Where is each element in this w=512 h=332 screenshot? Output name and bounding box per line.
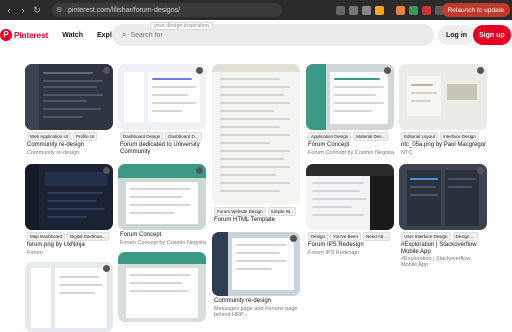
pin-image[interactable] bbox=[399, 164, 487, 230]
login-button[interactable]: Log in bbox=[438, 25, 475, 45]
pin-tag[interactable]: Material Des... bbox=[353, 132, 389, 141]
pin-image[interactable] bbox=[212, 64, 300, 204]
pin-tag[interactable]: Need Ab... bbox=[362, 232, 390, 241]
pin-menu-icon[interactable] bbox=[477, 167, 484, 174]
reload-icon[interactable]: ↻ bbox=[32, 5, 42, 15]
pin-image[interactable] bbox=[212, 232, 300, 296]
pin-tag[interactable]: You've Been bbox=[330, 232, 361, 241]
pin-menu-icon[interactable] bbox=[477, 67, 484, 74]
pinterest-logo-icon[interactable]: P bbox=[0, 29, 12, 41]
pin-menu-icon[interactable] bbox=[384, 67, 391, 74]
pin-tag[interactable]: Map Dashboard bbox=[27, 232, 66, 241]
pin-subtitle: Community re-design bbox=[27, 150, 80, 156]
pin-subtitle: Forum bbox=[27, 250, 43, 256]
pin-image[interactable] bbox=[25, 262, 113, 332]
pin-subtitle: Forum Concept by Cosmin Negoita bbox=[308, 150, 394, 156]
pin-title[interactable]: Forum Concept bbox=[120, 232, 206, 239]
pin-menu-icon[interactable] bbox=[290, 235, 297, 242]
pin-card[interactable]: Design You've Been Need Ab... Forum IPS … bbox=[306, 164, 394, 258]
pin-image[interactable] bbox=[25, 164, 113, 230]
pin-title[interactable]: Forum IPS Redesign bbox=[308, 242, 394, 249]
brand-name[interactable]: Pinterest bbox=[14, 31, 48, 40]
site-info-icon[interactable]: ⚙ bbox=[56, 6, 64, 14]
pin-card[interactable]: Application Design Material Des... Forum… bbox=[306, 64, 394, 160]
pin-card[interactable]: Web Application UI Profile UI Community … bbox=[25, 64, 113, 158]
pin-title[interactable]: Forum dedicated to University Community bbox=[120, 142, 206, 156]
pin-image[interactable] bbox=[118, 64, 206, 130]
translate-icon[interactable] bbox=[349, 5, 358, 15]
pin-tag[interactable]: User Interface Design bbox=[401, 232, 451, 241]
extension-icon[interactable] bbox=[409, 5, 418, 15]
pin-image[interactable] bbox=[118, 252, 206, 322]
pin-title[interactable]: Community re-design bbox=[27, 142, 113, 149]
pin-subtitle: Messages page and Forums page behind HRP… bbox=[214, 306, 298, 318]
pin-image[interactable] bbox=[25, 64, 113, 130]
pin-title[interactable]: ntc_05a.png by Paul Macgregor bbox=[401, 142, 487, 149]
browser-toolbar: ‹ › ↻ ⚙ pinterest.com/lilishar/forum-des… bbox=[0, 0, 512, 20]
extension-icon[interactable] bbox=[422, 5, 431, 15]
pin-card[interactable]: Forum Concept Forum Concept by Cosmin Ne… bbox=[118, 164, 206, 246]
search-input[interactable] bbox=[130, 31, 411, 39]
pin-tag[interactable]: Editorial Layout bbox=[401, 132, 439, 141]
pin-image[interactable] bbox=[306, 164, 394, 230]
pin-card[interactable]: Community re-design Messages page and Fo… bbox=[212, 232, 300, 320]
pin-menu-icon[interactable] bbox=[103, 167, 110, 174]
pin-card[interactable]: Editorial Layout Interface Design ntc_05… bbox=[399, 64, 487, 160]
pin-menu-icon[interactable] bbox=[103, 265, 110, 272]
pin-tag[interactable]: Interface Design bbox=[440, 132, 479, 141]
pin-tag[interactable]: Design bbox=[308, 232, 329, 241]
pin-card[interactable] bbox=[25, 262, 113, 332]
pin-subtitle: NTC bbox=[401, 150, 413, 156]
search-tooltip: your design inspiration bbox=[150, 22, 214, 30]
bookmark-star-icon[interactable] bbox=[375, 5, 384, 15]
pin-card[interactable]: User Interface Design Design ... #Explor… bbox=[399, 164, 487, 274]
share-icon[interactable] bbox=[362, 5, 371, 15]
pin-title[interactable]: Community re-design bbox=[214, 298, 300, 305]
pin-title[interactable]: forum.png by UxNinja bbox=[27, 242, 113, 249]
pin-image[interactable] bbox=[306, 64, 394, 130]
pin-tag[interactable]: Digital Dashboa... bbox=[67, 232, 109, 241]
url-text: pinterest.com/lilishar/forum-designs/ bbox=[68, 6, 181, 14]
signup-button[interactable]: Sign up bbox=[473, 25, 511, 45]
pin-image[interactable] bbox=[399, 64, 487, 130]
pin-subtitle: Forum Concept by Cosmin Negoita bbox=[120, 240, 206, 246]
pin-title[interactable]: Forum Concept bbox=[308, 142, 394, 149]
pin-tag[interactable]: Application Design bbox=[308, 132, 352, 141]
pin-tag[interactable]: Profile UI bbox=[72, 132, 98, 141]
address-bar[interactable]: ⚙ pinterest.com/lilishar/forum-designs/ bbox=[52, 3, 282, 17]
pin-tag[interactable]: Design ... bbox=[452, 232, 478, 241]
pin-tag[interactable]: Web Application UI bbox=[27, 132, 71, 141]
pin-card[interactable] bbox=[118, 252, 206, 322]
pin-card[interactable]: Dashboard Design Dashboard D... Forum de… bbox=[118, 64, 206, 160]
pin-subtitle: #Exploration | Stackoverflow Mobile App bbox=[401, 256, 471, 268]
pin-menu-icon[interactable] bbox=[196, 167, 203, 174]
pin-tag[interactable]: Dashboard D... bbox=[165, 132, 202, 141]
forward-icon[interactable]: › bbox=[18, 5, 28, 15]
relaunch-button[interactable]: Relaunch to update bbox=[441, 3, 510, 17]
back-icon[interactable]: ‹ bbox=[4, 5, 14, 15]
pin-menu-icon[interactable] bbox=[196, 67, 203, 74]
pin-menu-icon[interactable] bbox=[103, 67, 110, 74]
screen-icon[interactable] bbox=[336, 5, 345, 15]
search-icon: ⌕ bbox=[122, 30, 127, 39]
extension-icon[interactable] bbox=[396, 5, 405, 15]
pin-title[interactable]: #Exploration | Stackoverflow Mobile App bbox=[401, 242, 487, 256]
pin-card[interactable]: Map Dashboard Digital Dashboa... forum.p… bbox=[25, 164, 113, 258]
site-header: P Pinterest Watch Explore ⌕ your design … bbox=[0, 22, 512, 48]
pin-tag[interactable]: Simple W... bbox=[267, 207, 297, 216]
pin-card[interactable]: Forum Website Design Simple W... Forum H… bbox=[212, 64, 300, 226]
nav-watch[interactable]: Watch bbox=[62, 32, 83, 39]
pin-title[interactable]: Forum HTML Template bbox=[214, 217, 300, 224]
pin-image[interactable] bbox=[118, 164, 206, 230]
pin-tag[interactable]: Forum Website Design bbox=[214, 207, 266, 216]
pin-tag[interactable]: Dashboard Design bbox=[120, 132, 164, 141]
pin-subtitle: Forum IPS Redesign bbox=[308, 250, 360, 256]
